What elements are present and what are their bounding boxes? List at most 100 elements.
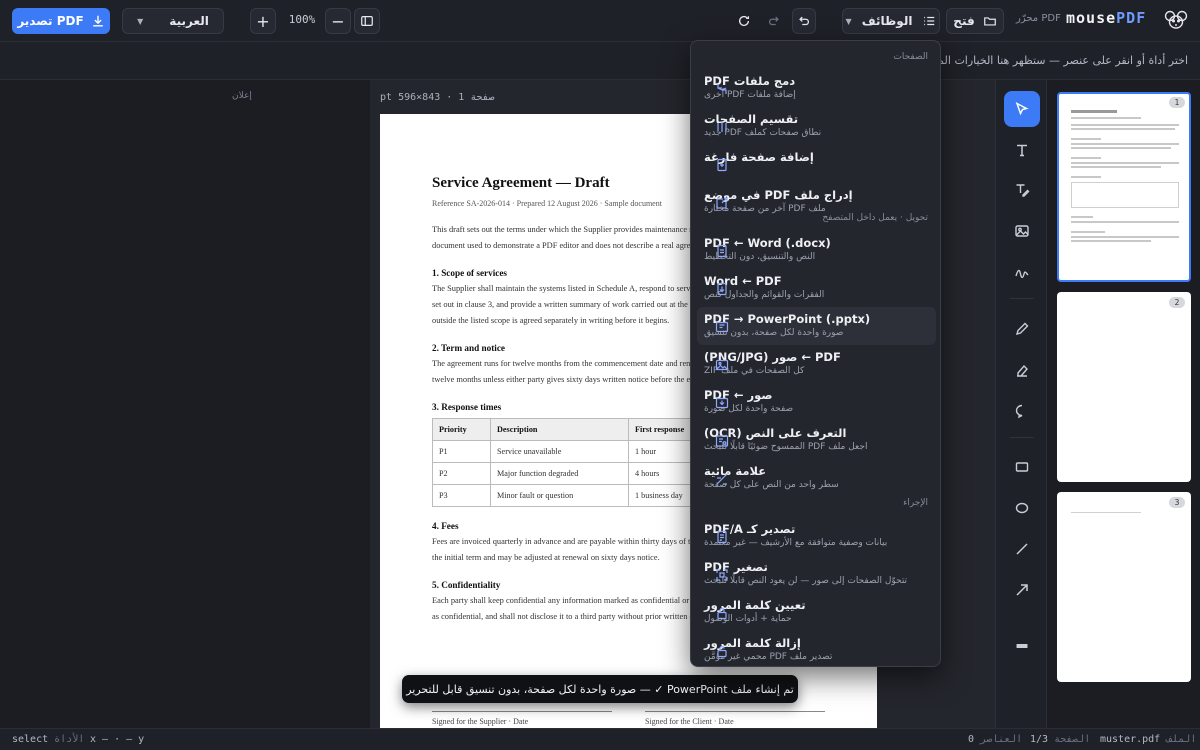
status-page: 1/3 الصفحة	[1030, 734, 1090, 745]
menu-item-title: علامة مائية	[704, 464, 767, 478]
thumb-line	[1071, 176, 1101, 178]
menu-item-images-to-pdf[interactable]: صور ← PDF صفحة واحدة لكل صورة	[697, 383, 936, 421]
menu-item-pdf-to-word[interactable]: Word ← PDF الفقرات والقوائم والجداول كنص	[697, 269, 936, 307]
menu-item-title: تصغير PDF	[704, 560, 768, 574]
chevron-down-icon: ▼	[137, 16, 144, 26]
menu-item-ocr[interactable]: التعرف على النص (OCR) اجعل ملف PDF الممس…	[697, 421, 936, 459]
zoom-out-button[interactable]: −	[325, 8, 351, 34]
menu-item-subtitle: تتحوّل الصفحات إلى صور — لن يعود النص قا…	[704, 576, 908, 586]
menu-item-pdf-to-images[interactable]: PDF ← صور (PNG/JPG) كل الصفحات في ملف ZI…	[697, 345, 936, 383]
eraser-icon	[1017, 364, 1028, 377]
table-header: Priority	[432, 418, 491, 441]
table-cell: P3	[432, 484, 491, 507]
page-info: 843×596 pt · صفحة 1	[380, 92, 495, 103]
ad-label: إعلان	[232, 91, 252, 101]
menu-item-split-pages[interactable]: تقسيم الصفحات نطاق صفحات كملف PDF جديد	[697, 107, 936, 145]
watermark-icon	[715, 471, 729, 485]
status-coords: x — · — y	[90, 734, 145, 745]
list-icon	[924, 16, 935, 26]
menu-item-word-to-pdf[interactable]: PDF ← Word (.docx) النص والتنسيق، دون ال…	[697, 231, 936, 269]
logo-word-pdf: PDF	[1116, 9, 1147, 27]
editor-label: محرّر PDF	[1016, 13, 1061, 24]
signature-label[interactable]: Signed for the Supplier · Date	[432, 717, 528, 726]
export-pdf-label: تصدير PDF	[17, 14, 84, 28]
menu-item-add-blank-page[interactable]: إضافة صفحة فارغة	[697, 145, 936, 183]
redo-button[interactable]	[762, 8, 786, 34]
plus-icon: +	[256, 11, 270, 31]
chevron-down-icon: ▼	[845, 16, 852, 26]
merge-icon	[715, 81, 729, 95]
edit-text-tool[interactable]	[1004, 172, 1040, 208]
functions-menu-button[interactable]: ▼ الوظائف	[842, 8, 940, 34]
thumb-line	[1071, 162, 1179, 164]
thumbnail-page-3[interactable]: 3	[1057, 492, 1191, 682]
thumbnail-page-2[interactable]: 2	[1057, 292, 1191, 482]
app-logo-text: mousePDF	[1066, 9, 1146, 27]
word-icon	[715, 243, 729, 258]
status-elements-label: العناصر	[980, 734, 1023, 745]
highlight-tool[interactable]	[1004, 352, 1040, 388]
page-size-label: 843×596 pt	[380, 92, 441, 103]
table-cell: Service unavailable	[490, 440, 629, 463]
menu-item-export-pdfa[interactable]: تصدير كـ PDF/A بيانات وصفية متوافقة مع ا…	[697, 517, 936, 555]
undo-button[interactable]	[792, 8, 816, 34]
open-file-button[interactable]: فتح	[946, 8, 1004, 34]
status-elements-value: 0	[968, 734, 975, 745]
rectangle-tool[interactable]	[1004, 449, 1040, 485]
menu-section-pages: الصفحات	[893, 52, 928, 62]
export-pdf-button[interactable]: تصدير PDF	[12, 8, 110, 34]
thumbnail-number: 1	[1169, 97, 1185, 108]
thumb-line	[1071, 216, 1093, 218]
archive-icon	[715, 529, 729, 544]
zoom-in-button[interactable]: +	[250, 8, 276, 34]
page-thumbnails: 1 2 3	[1047, 80, 1200, 728]
comment-tool[interactable]	[1004, 393, 1040, 429]
status-file-label: الملف	[1166, 734, 1197, 745]
toast-notification: تم إنشاء ملف PowerPoint ✓ — صورة واحدة ل…	[402, 675, 798, 703]
select-tool[interactable]	[1004, 91, 1040, 127]
minus-icon: −	[331, 11, 345, 31]
slides-icon	[715, 319, 729, 333]
text-tool[interactable]	[1004, 132, 1040, 168]
top-toolbar: تصدير PDF ▼ العربية + 100% − ▼ الوظائف ف…	[0, 0, 1200, 42]
reload-button[interactable]	[732, 8, 756, 34]
menu-item-set-password[interactable]: تعيين كلمة المرور حماية + أدوات الوصول	[697, 593, 936, 631]
table-header: Description	[490, 418, 629, 441]
thumb-line	[1071, 221, 1179, 223]
redact-bar-icon	[1016, 644, 1028, 648]
thumb-line	[1071, 166, 1161, 168]
table-cell: Major function degraded	[490, 462, 629, 485]
signature-tool[interactable]	[1004, 254, 1040, 290]
ellipse-tool[interactable]	[1004, 490, 1040, 526]
folder-icon	[983, 17, 996, 26]
menu-section-actions: الإجراء	[903, 498, 928, 508]
ellipse-icon	[1015, 502, 1029, 514]
pen-tool[interactable]	[1004, 311, 1040, 347]
menu-item-remove-password[interactable]: إزالة كلمة المرور تصدير ملف PDF محمي غير…	[697, 631, 936, 669]
language-select[interactable]: ▼ العربية	[122, 8, 224, 34]
tool-divider	[1010, 437, 1034, 438]
line-tool[interactable]	[1004, 531, 1040, 567]
thumbnail-page-1[interactable]: 1	[1057, 92, 1191, 282]
arrow-tool[interactable]	[1004, 572, 1040, 608]
rectangle-icon	[1015, 462, 1029, 472]
redact-tool[interactable]	[1004, 628, 1040, 664]
menu-item-watermark[interactable]: علامة مائية سطر واحد من النص على كل صفحة	[697, 459, 936, 497]
ocr-icon	[715, 433, 729, 447]
toggle-panel-button[interactable]	[354, 8, 380, 34]
menu-item-pdf-to-powerpoint[interactable]: PDF → PowerPoint (.pptx) صورة واحدة لكل …	[697, 307, 936, 345]
menu-item-compress-pdf[interactable]: تصغير PDF تتحوّل الصفحات إلى صور — لن يع…	[697, 555, 936, 593]
pdf-icon	[715, 281, 729, 296]
thumb-table	[1071, 182, 1179, 208]
signature-icon	[1015, 269, 1029, 279]
thumbnail-number: 2	[1169, 297, 1185, 308]
signature-label[interactable]: Signed for the Client · Date	[645, 717, 734, 726]
menu-item-merge-pdf[interactable]: دمج ملفات PDF إضافة ملفات PDF أخرى	[697, 69, 936, 107]
status-page-label: الصفحة	[1054, 734, 1091, 745]
status-tool-value: select	[12, 734, 49, 745]
table-cell: Minor fault or question	[490, 484, 629, 507]
zoom-level: 100%	[288, 13, 316, 26]
functions-dropdown-menu: الصفحات دمج ملفات PDF إضافة ملفات PDF أخ…	[690, 40, 941, 667]
image-tool[interactable]	[1004, 213, 1040, 249]
thumb-line	[1071, 157, 1101, 159]
